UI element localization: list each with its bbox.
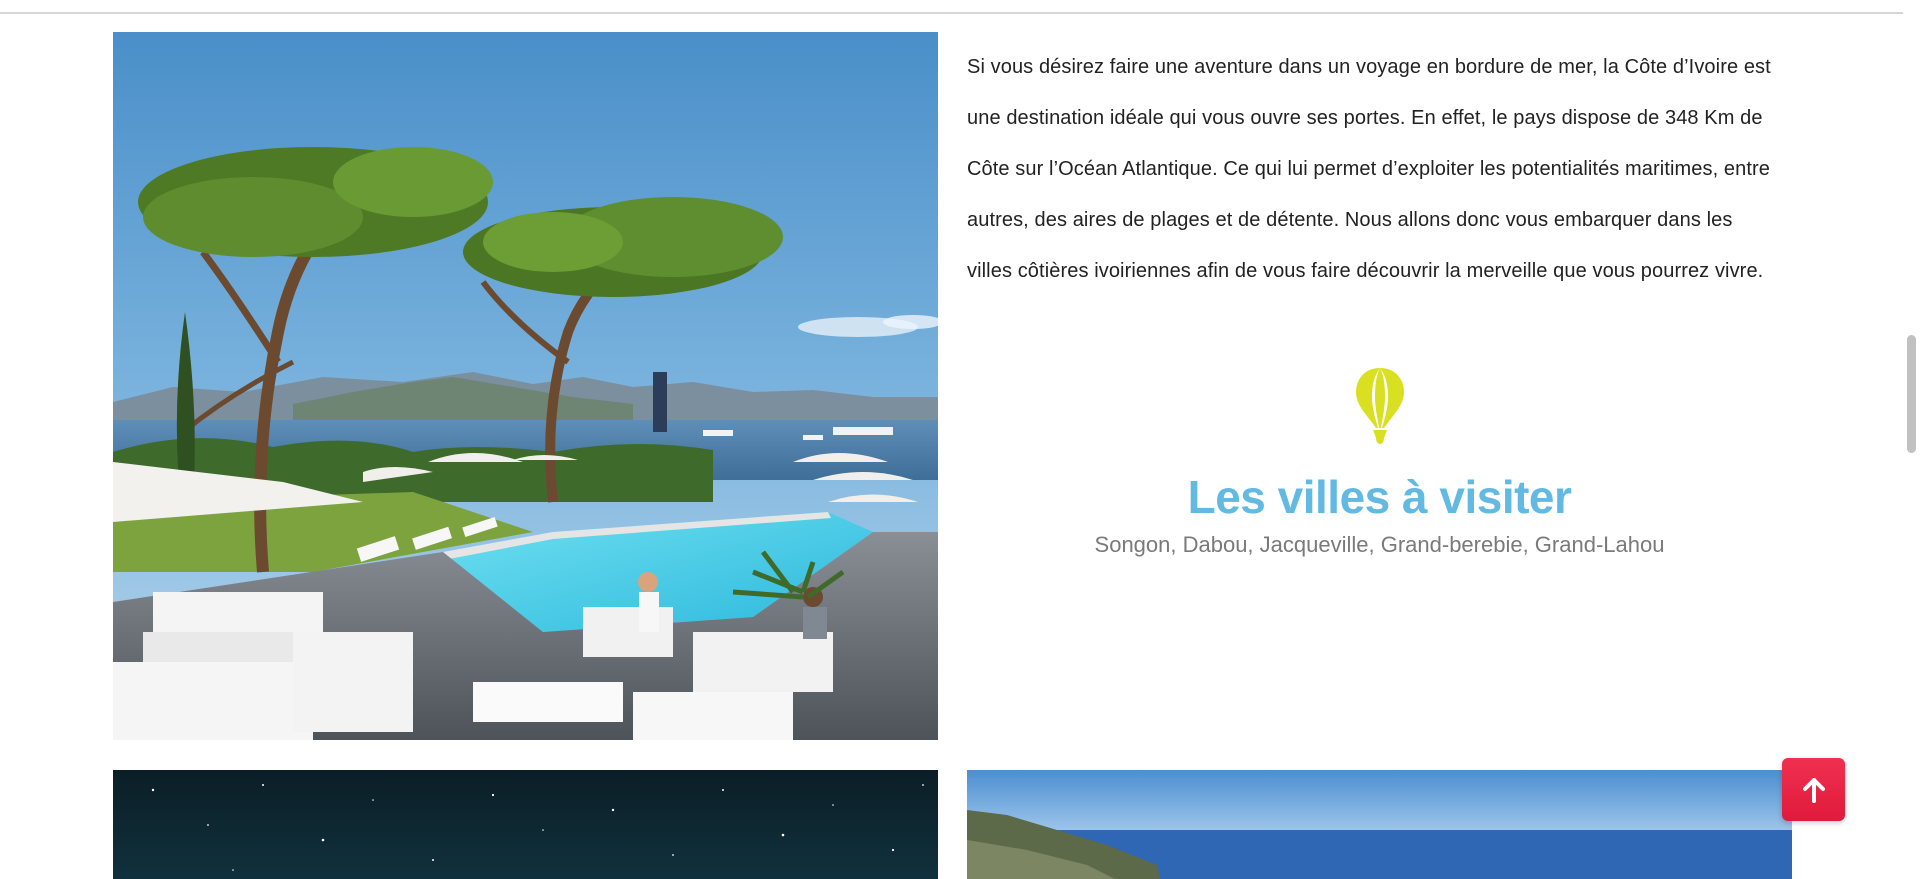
- night-sky-photo: [113, 770, 938, 879]
- page: Si vous désirez faire une aventure dans …: [0, 0, 1920, 879]
- coastline-photo: [967, 770, 1792, 879]
- scroll-to-top-button[interactable]: [1782, 758, 1845, 821]
- section-subtitle: Songon, Dabou, Jacqueville, Grand-berebi…: [1094, 532, 1665, 557]
- header-divider: [0, 12, 1920, 14]
- section-title: Les villes à visiter: [1187, 471, 1572, 523]
- resort-pool-photo: [113, 32, 938, 740]
- scrollbar-thumb[interactable]: [1907, 335, 1916, 453]
- intro-paragraph: Si vous désirez faire une aventure dans …: [967, 56, 1771, 282]
- hot-air-balloon-icon: [1356, 368, 1404, 444]
- page-scrollbar[interactable]: [1903, 0, 1920, 879]
- arrow-up-icon: [1802, 777, 1825, 803]
